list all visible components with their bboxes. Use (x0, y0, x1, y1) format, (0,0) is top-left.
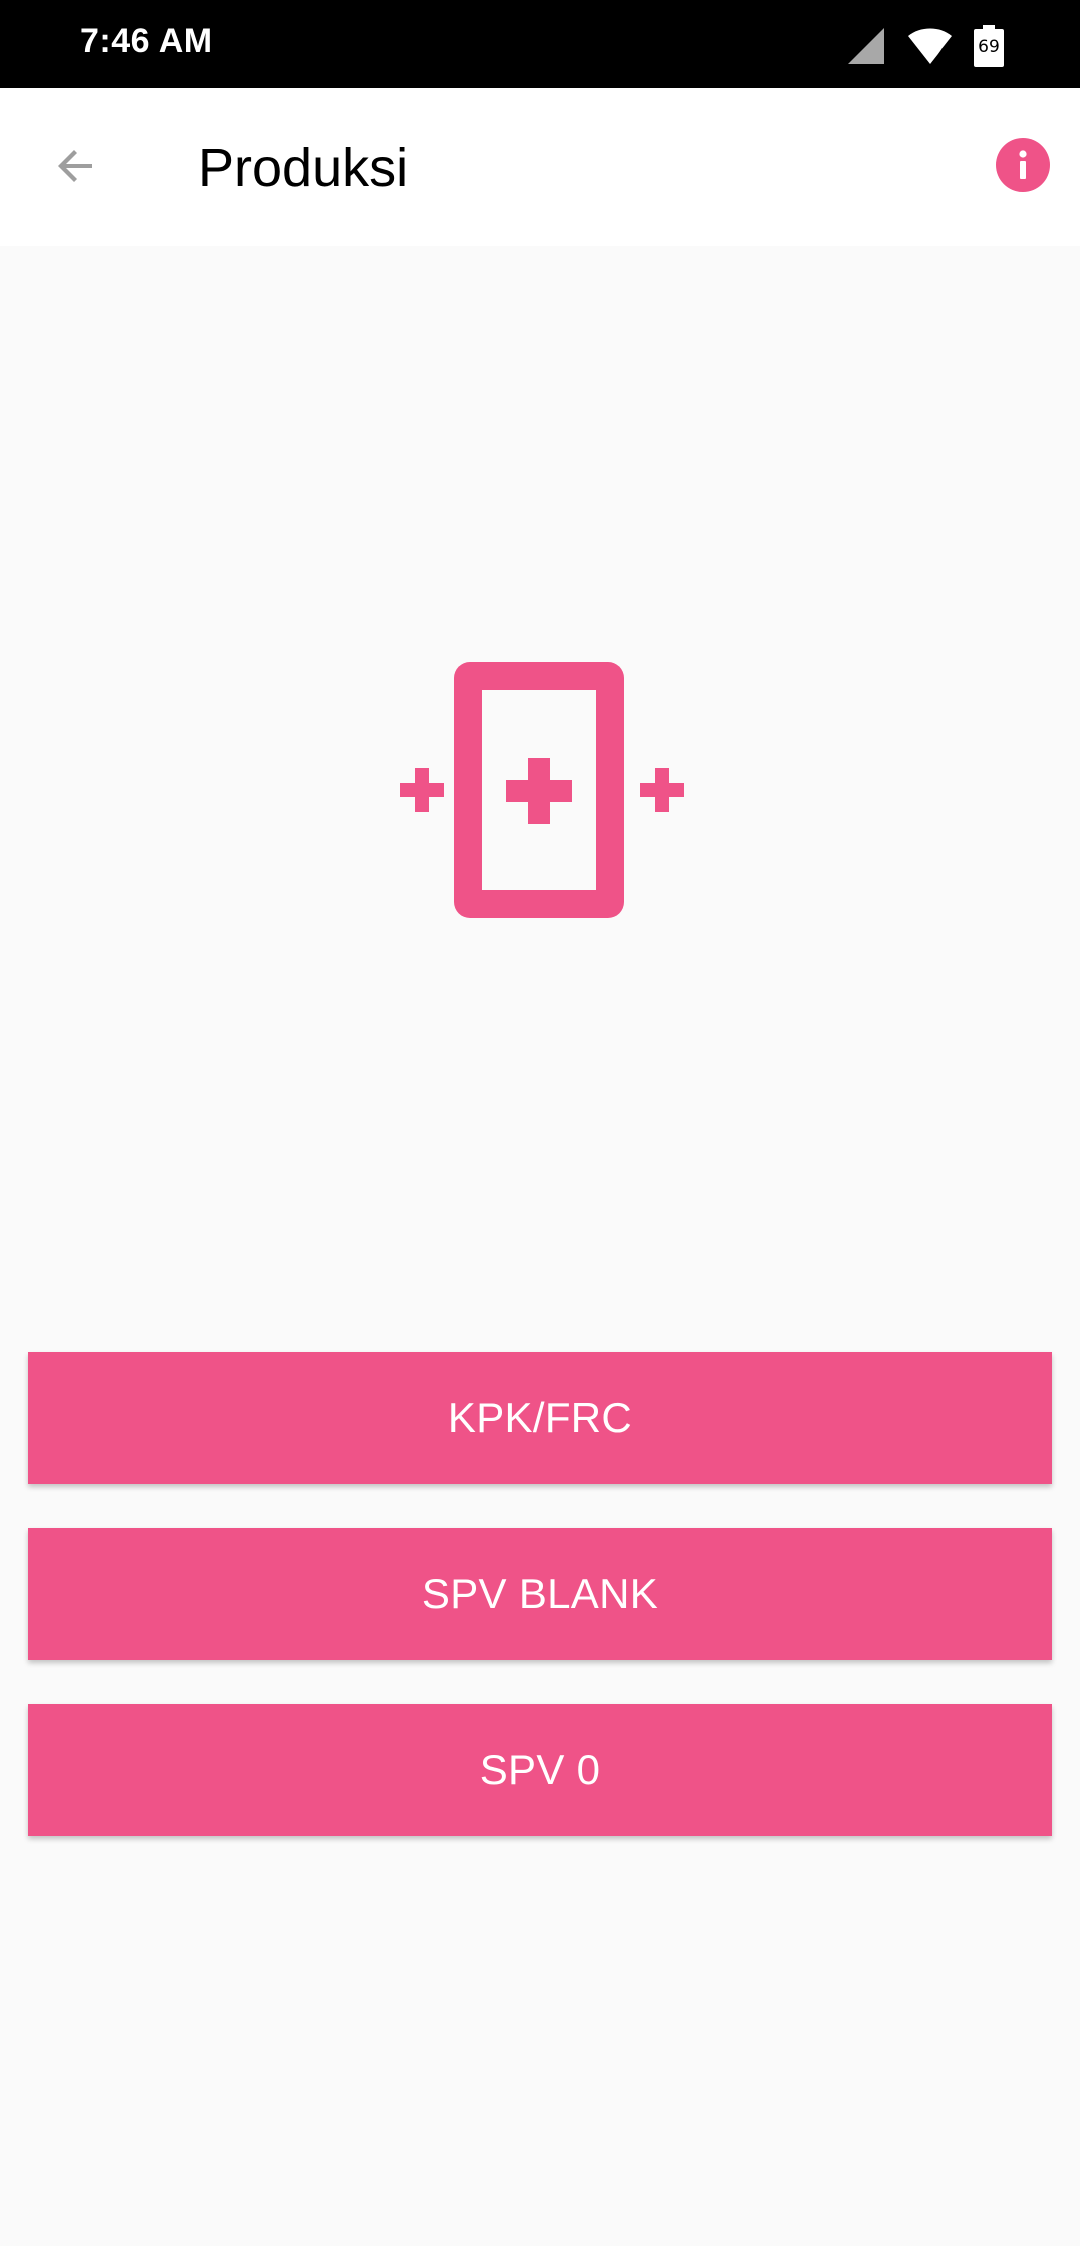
info-button[interactable] (994, 137, 1052, 198)
page-title: Produksi (198, 138, 409, 198)
back-button[interactable] (36, 128, 116, 208)
status-icons: 69 (846, 24, 1004, 68)
screen: 7:46 AM 69 Produksi KPK/FRC SPV BLANK SP… (0, 0, 1080, 2246)
battery-level: 69 (978, 37, 1000, 57)
spv-blank-button[interactable]: SPV BLANK (28, 1528, 1052, 1660)
info-icon (995, 137, 1051, 198)
signal-icon (846, 26, 886, 66)
battery-icon: 69 (974, 25, 1004, 67)
wifi-icon (906, 26, 954, 66)
status-time: 7:46 AM (80, 22, 213, 60)
kpk-frc-button[interactable]: KPK/FRC (28, 1352, 1052, 1484)
spv-0-button[interactable]: SPV 0 (28, 1704, 1052, 1836)
phone-plus-icon (396, 658, 684, 922)
app-bar: Produksi (0, 88, 1080, 246)
status-bar: 7:46 AM 69 (0, 0, 1080, 88)
arrow-back-icon (52, 142, 100, 195)
